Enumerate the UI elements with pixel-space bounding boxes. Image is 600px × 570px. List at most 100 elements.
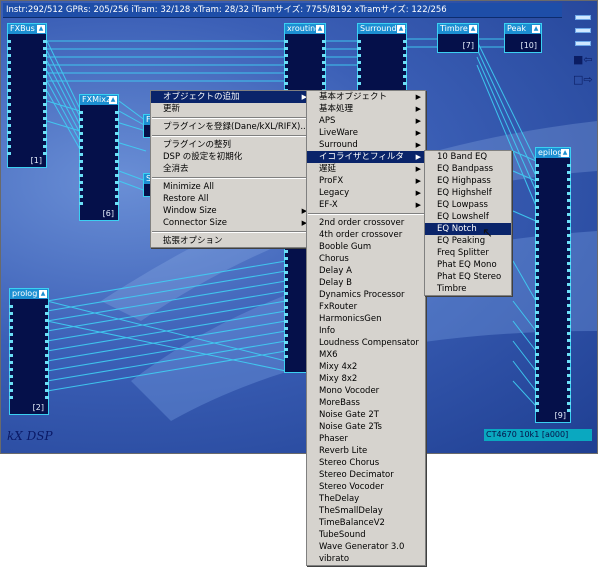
input-pin[interactable] bbox=[284, 285, 288, 288]
output-pin[interactable] bbox=[115, 125, 119, 128]
input-pin[interactable] bbox=[79, 139, 83, 142]
input-pin[interactable] bbox=[9, 382, 13, 385]
input-pin[interactable] bbox=[7, 145, 11, 148]
input-pin[interactable] bbox=[535, 248, 539, 251]
output-pin[interactable] bbox=[322, 54, 326, 57]
output-pin[interactable] bbox=[43, 131, 47, 134]
eq-item[interactable]: Phat EQ Mono bbox=[425, 259, 511, 271]
output-pin[interactable] bbox=[43, 68, 47, 71]
input-pin[interactable] bbox=[535, 276, 539, 279]
input-pin[interactable] bbox=[535, 213, 539, 216]
output-pin[interactable] bbox=[43, 89, 47, 92]
output-pin[interactable] bbox=[43, 103, 47, 106]
add-object-item[interactable]: Legacy ▶ bbox=[307, 187, 425, 199]
input-pin[interactable] bbox=[535, 332, 539, 335]
output-pin[interactable] bbox=[567, 241, 571, 244]
add-object-item[interactable]: Booble Gum bbox=[307, 241, 425, 253]
output-pin[interactable] bbox=[43, 96, 47, 99]
input-pin[interactable] bbox=[535, 255, 539, 258]
input-pin[interactable] bbox=[357, 54, 361, 57]
input-pin[interactable] bbox=[535, 388, 539, 391]
input-pin[interactable] bbox=[284, 348, 288, 351]
add-object-item[interactable]: Info bbox=[307, 325, 425, 337]
input-pin[interactable] bbox=[535, 206, 539, 209]
input-pin[interactable] bbox=[535, 297, 539, 300]
output-pin[interactable] bbox=[403, 82, 407, 85]
output-pin[interactable] bbox=[403, 40, 407, 43]
input-pin[interactable] bbox=[284, 320, 288, 323]
output-pin[interactable] bbox=[43, 138, 47, 141]
input-pin[interactable] bbox=[7, 152, 11, 155]
output-pin[interactable] bbox=[45, 361, 49, 364]
add-object-item[interactable]: LiveWare ▶ bbox=[307, 127, 425, 139]
eq-item[interactable]: EQ Notch bbox=[425, 223, 511, 235]
input-pin[interactable] bbox=[9, 389, 13, 392]
output-pin[interactable] bbox=[403, 75, 407, 78]
input-pin[interactable] bbox=[9, 340, 13, 343]
input-pin[interactable] bbox=[535, 234, 539, 237]
input-pin[interactable] bbox=[284, 61, 288, 64]
output-pin[interactable] bbox=[45, 389, 49, 392]
output-pin[interactable] bbox=[43, 110, 47, 113]
add-object-item[interactable]: 基本処理 ▶ bbox=[307, 103, 425, 115]
output-pin[interactable] bbox=[403, 54, 407, 57]
minimize-icon[interactable]: ▲ bbox=[37, 25, 45, 33]
input-pin[interactable] bbox=[7, 47, 11, 50]
input-pin[interactable] bbox=[535, 360, 539, 363]
input-pin[interactable] bbox=[535, 409, 539, 412]
menu-item-clear-all[interactable]: 全消去 bbox=[151, 163, 311, 175]
output-pin[interactable] bbox=[567, 171, 571, 174]
toolbar-line-icon[interactable] bbox=[575, 41, 591, 46]
output-pin[interactable] bbox=[567, 262, 571, 265]
output-pin[interactable] bbox=[567, 283, 571, 286]
add-object-item[interactable]: vibrato bbox=[307, 553, 425, 565]
output-pin[interactable] bbox=[567, 339, 571, 342]
input-pin[interactable] bbox=[7, 117, 11, 120]
output-pin[interactable] bbox=[115, 195, 119, 198]
add-object-item[interactable]: Chorus bbox=[307, 253, 425, 265]
add-object-item[interactable]: Noise Gate 2T bbox=[307, 409, 425, 421]
add-object-item[interactable]: Delay A bbox=[307, 265, 425, 277]
output-pin[interactable] bbox=[115, 188, 119, 191]
output-pin[interactable] bbox=[43, 47, 47, 50]
save-arrow-icon[interactable]: ■⇦ bbox=[573, 54, 593, 66]
output-pin[interactable] bbox=[567, 304, 571, 307]
menu-item-reset-dsp[interactable]: DSP の設定を初期化 bbox=[151, 151, 311, 163]
add-object-item[interactable]: 4th order crossover bbox=[307, 229, 425, 241]
add-object-item[interactable]: 遅延 ▶ bbox=[307, 163, 425, 175]
input-pin[interactable] bbox=[79, 167, 83, 170]
input-pin[interactable] bbox=[284, 313, 288, 316]
output-pin[interactable] bbox=[322, 68, 326, 71]
input-pin[interactable] bbox=[535, 269, 539, 272]
input-pin[interactable] bbox=[9, 361, 13, 364]
output-pin[interactable] bbox=[43, 117, 47, 120]
add-object-item[interactable]: TimeBalanceV2 bbox=[307, 517, 425, 529]
module-prolog[interactable]: prolog ▲ [2] bbox=[9, 288, 49, 415]
output-pin[interactable] bbox=[567, 178, 571, 181]
output-pin[interactable] bbox=[322, 61, 326, 64]
output-pin[interactable] bbox=[567, 276, 571, 279]
output-pin[interactable] bbox=[43, 82, 47, 85]
input-pin[interactable] bbox=[284, 264, 288, 267]
output-pin[interactable] bbox=[43, 145, 47, 148]
add-object-item[interactable]: 基本オブジェクト ▶ bbox=[307, 91, 425, 103]
eq-item[interactable]: EQ Lowpass bbox=[425, 199, 511, 211]
output-pin[interactable] bbox=[45, 375, 49, 378]
add-object-item[interactable]: Mixy 8x2 bbox=[307, 373, 425, 385]
input-pin[interactable] bbox=[535, 402, 539, 405]
eq-item[interactable]: EQ Lowshelf bbox=[425, 211, 511, 223]
add-object-item[interactable]: ProFX ▶ bbox=[307, 175, 425, 187]
output-pin[interactable] bbox=[115, 153, 119, 156]
input-pin[interactable] bbox=[7, 40, 11, 43]
menu-item-refresh[interactable]: 更新 bbox=[151, 103, 311, 115]
add-object-item[interactable]: Mixy 4x2 bbox=[307, 361, 425, 373]
input-pin[interactable] bbox=[284, 355, 288, 358]
module-fxbus[interactable]: FXBus ▲ [1] bbox=[7, 23, 47, 168]
add-object-item[interactable]: Phaser bbox=[307, 433, 425, 445]
output-pin[interactable] bbox=[567, 332, 571, 335]
input-pin[interactable] bbox=[535, 311, 539, 314]
output-pin[interactable] bbox=[567, 402, 571, 405]
output-pin[interactable] bbox=[115, 132, 119, 135]
output-pin[interactable] bbox=[43, 40, 47, 43]
input-pin[interactable] bbox=[535, 325, 539, 328]
